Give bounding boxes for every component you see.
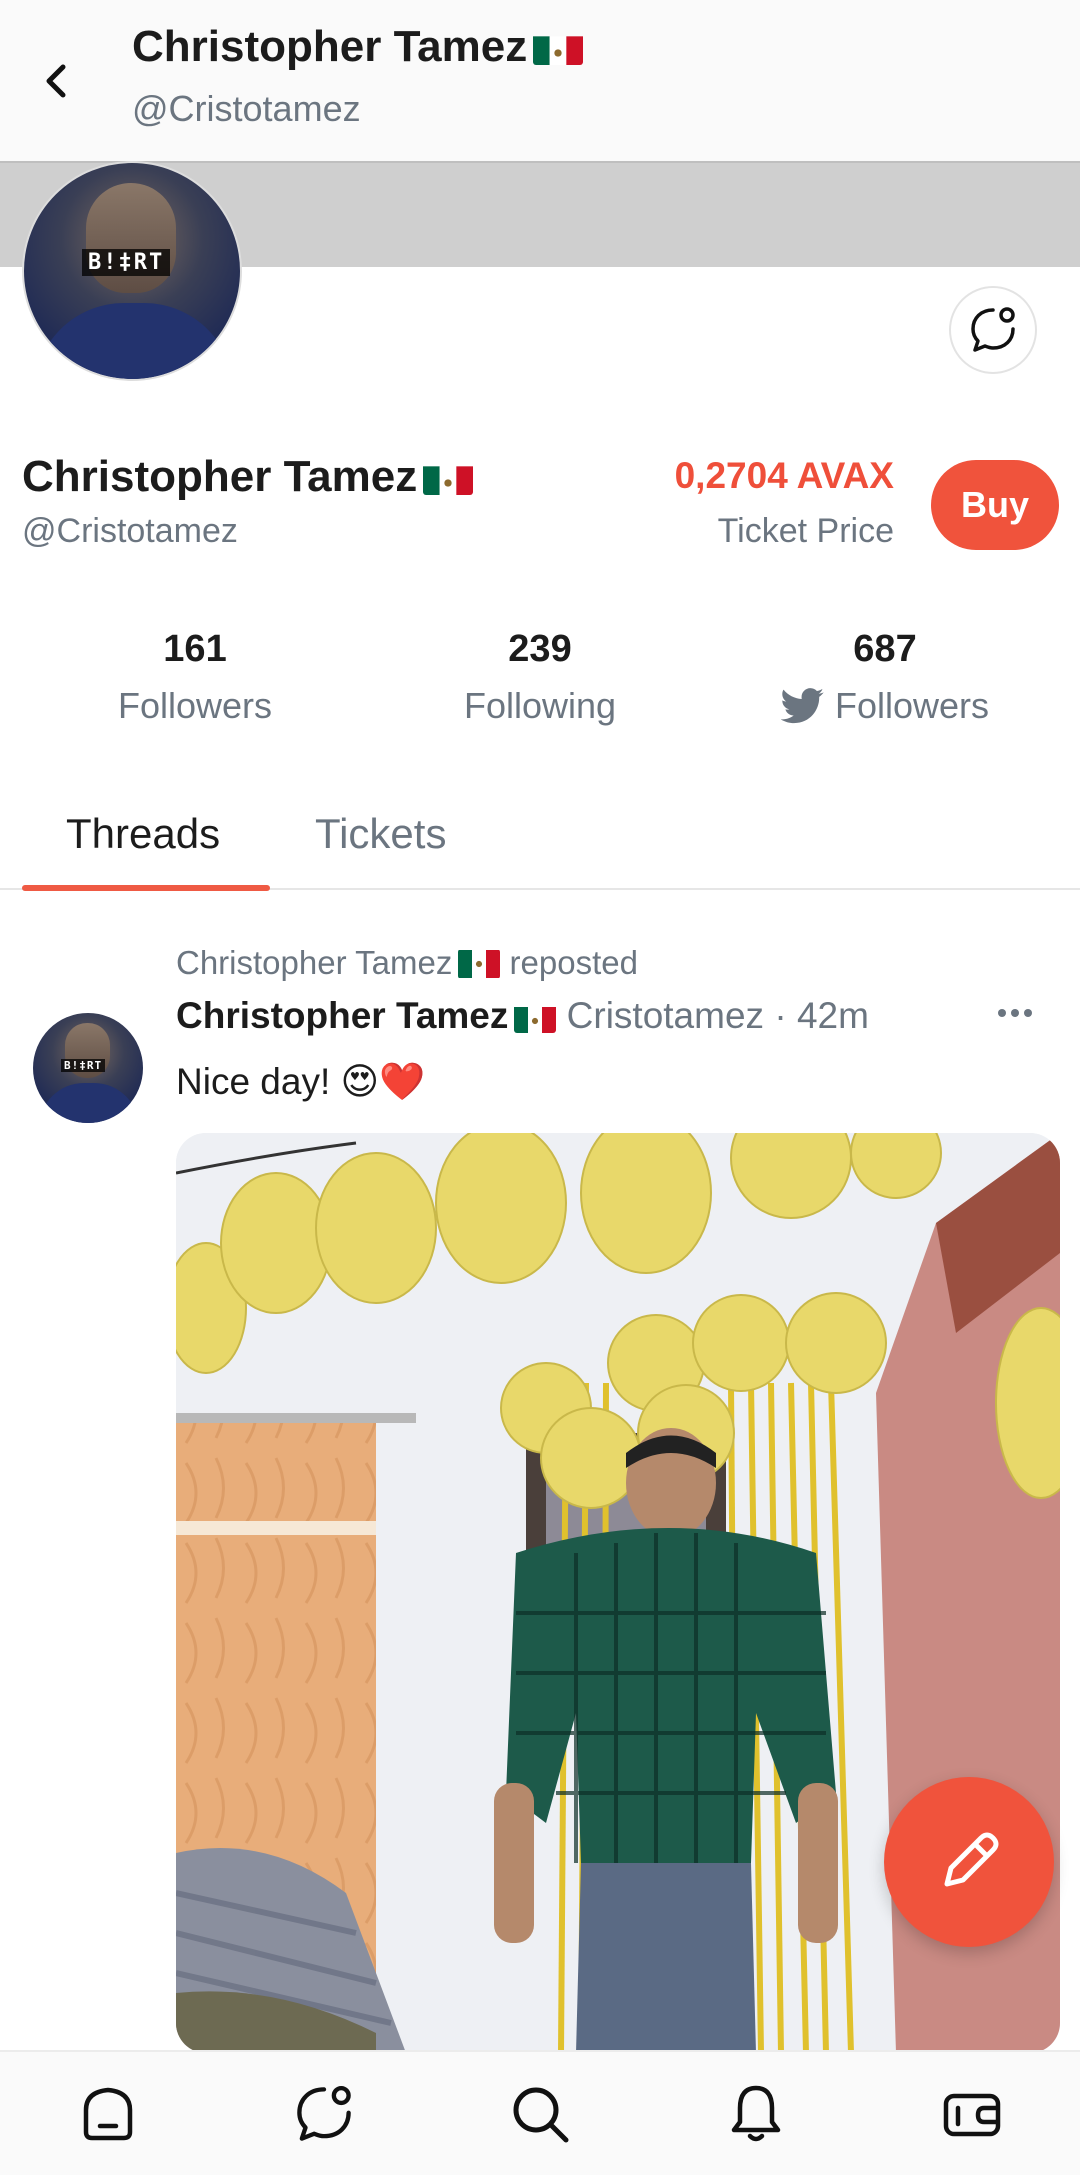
post-meta-separator: ·	[774, 995, 787, 1036]
tab-tickets[interactable]: Tickets	[315, 810, 446, 858]
chat-icon	[297, 2086, 351, 2141]
more-horizontal-icon	[998, 1009, 1032, 1017]
post-author-name[interactable]: Christopher Tamez	[176, 995, 508, 1036]
following-count: 239	[508, 628, 572, 670]
wallet-icon	[943, 2093, 1001, 2137]
ticket-price-label: Ticket Price	[717, 512, 894, 550]
twitter-followers-count: 687	[853, 628, 917, 670]
tab-threads[interactable]: Threads	[66, 810, 220, 858]
pencil-icon	[944, 1832, 999, 1887]
message-button[interactable]	[949, 286, 1037, 374]
chat-icon	[971, 307, 1015, 352]
following-stat[interactable]: 239 Following	[390, 628, 690, 727]
profile-avatar[interactable]: B!‡RT	[22, 161, 242, 381]
post-time: 42m	[796, 995, 869, 1036]
twitter-followers-stat[interactable]: 687 Followers	[735, 628, 1035, 727]
nav-notifications[interactable]	[720, 2078, 792, 2150]
profile-handle: @Cristotamez	[22, 512, 238, 550]
header-name: Christopher Tamez	[132, 22, 528, 71]
avatar-tag: B!‡RT	[82, 249, 171, 276]
top-header: Christopher Tamez @Cristotamez	[0, 0, 1080, 161]
bell-icon	[731, 2085, 781, 2142]
post-header: Christopher Tamez Cristotamez · 42m	[176, 995, 869, 1037]
post-text: Nice day! 😍❤️	[176, 1061, 426, 1102]
ticket-price: 0,2704 AVAX	[674, 455, 894, 496]
following-label: Following	[463, 685, 617, 726]
buy-button[interactable]: Buy	[931, 460, 1059, 550]
header-handle: @Cristotamez	[132, 88, 361, 129]
followers-label: Followers	[117, 685, 273, 726]
avatar-tag: B!‡RT	[61, 1059, 106, 1072]
twitter-followers-label: Followers	[834, 685, 990, 726]
nav-wallet[interactable]	[936, 2078, 1008, 2150]
active-tab-indicator	[22, 885, 270, 891]
nav-home[interactable]	[72, 2078, 144, 2150]
repost-indicator: Christopher Tamez reposted	[176, 944, 638, 982]
mexico-flag-icon	[458, 949, 501, 979]
nav-chats[interactable]	[288, 2078, 360, 2150]
back-button[interactable]	[30, 55, 82, 107]
profile-name: Christopher Tamez	[22, 452, 474, 502]
profile-name-text: Christopher Tamez	[22, 452, 418, 501]
mexico-flag-icon	[533, 31, 584, 65]
nav-search[interactable]	[504, 2078, 576, 2150]
post-author-handle: Cristotamez	[566, 995, 765, 1036]
followers-stat[interactable]: 161 Followers	[45, 628, 345, 727]
repost-suffix: reposted	[509, 944, 638, 981]
repost-author: Christopher Tamez	[176, 944, 453, 981]
profile-tabs: Threads Tickets	[0, 780, 1080, 891]
search-icon	[513, 2087, 569, 2143]
home-icon	[83, 2087, 133, 2141]
mexico-flag-icon	[423, 461, 474, 495]
compose-button[interactable]	[884, 1777, 1054, 1947]
chevron-left-icon	[46, 64, 66, 98]
post-more-button[interactable]	[995, 995, 1035, 1031]
header-title: Christopher Tamez	[132, 22, 584, 72]
post-author-avatar[interactable]: B!‡RT	[33, 1013, 143, 1123]
bottom-navigation	[0, 2050, 1080, 2175]
followers-count: 161	[163, 628, 227, 670]
twitter-icon	[780, 688, 824, 724]
mexico-flag-icon	[514, 1003, 557, 1033]
